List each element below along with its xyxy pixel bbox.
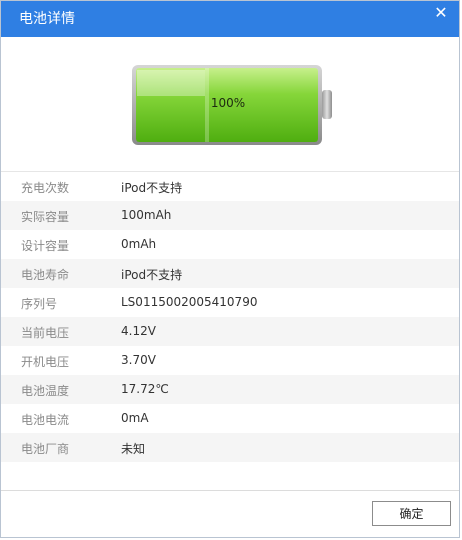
detail-value: 17.72℃: [121, 382, 169, 396]
detail-row: 设计容量 0mAh: [1, 230, 459, 259]
details-list: 充电次数 iPod不支持 实际容量 100mAh 设计容量 0mAh 电池寿命 iPod不支持…: [1, 172, 459, 462]
detail-row: 电池寿命 iPod不支持: [1, 259, 459, 288]
detail-label: 开机电压: [21, 355, 70, 369]
detail-label: 电池电流: [21, 413, 70, 427]
close-button[interactable]: ✕: [423, 1, 459, 23]
detail-row: 电池温度 17.72℃: [1, 375, 459, 404]
detail-row: 充电次数 iPod不支持: [1, 172, 459, 201]
detail-row: 序列号 LS0115002005410790: [1, 288, 459, 317]
detail-value: 未知: [121, 442, 146, 456]
detail-row: 实际容量 100mAh: [1, 201, 459, 230]
detail-value: iPod不支持: [121, 181, 183, 195]
detail-value: 3.70V: [121, 353, 156, 367]
detail-value: iPod不支持: [121, 268, 183, 282]
detail-value: 0mA: [121, 411, 149, 425]
divider: [1, 490, 459, 491]
detail-row: 电池电流 0mA: [1, 404, 459, 433]
detail-label: 序列号: [21, 297, 58, 311]
dialog-title: 电池详情: [19, 11, 75, 27]
detail-label: 电池厂商: [21, 442, 70, 456]
detail-label: 实际容量: [21, 210, 70, 224]
close-icon: ✕: [434, 2, 448, 22]
detail-value: 0mAh: [121, 237, 157, 251]
battery-visual: 100%: [1, 37, 459, 171]
detail-value: LS0115002005410790: [121, 295, 258, 309]
detail-label: 设计容量: [21, 239, 70, 253]
detail-label: 电池温度: [21, 384, 70, 398]
detail-label: 电池寿命: [21, 268, 70, 282]
battery-details-dialog: 电池详情 ✕ 100% 充电次数 iPod不支持 实际容量 100mAh 设计容…: [0, 0, 460, 538]
detail-label: 充电次数: [21, 181, 70, 195]
detail-row: 电池厂商 未知: [1, 433, 459, 462]
detail-value: 4.12V: [121, 324, 156, 338]
detail-value: 100mAh: [121, 208, 172, 222]
ok-button[interactable]: 确定: [372, 501, 451, 526]
detail-row: 当前电压 4.12V: [1, 317, 459, 346]
battery-percent: 100%: [210, 96, 246, 110]
title-bar: 电池详情 ✕: [1, 1, 459, 37]
detail-label: 当前电压: [21, 326, 70, 340]
detail-row: 开机电压 3.70V: [1, 346, 459, 375]
